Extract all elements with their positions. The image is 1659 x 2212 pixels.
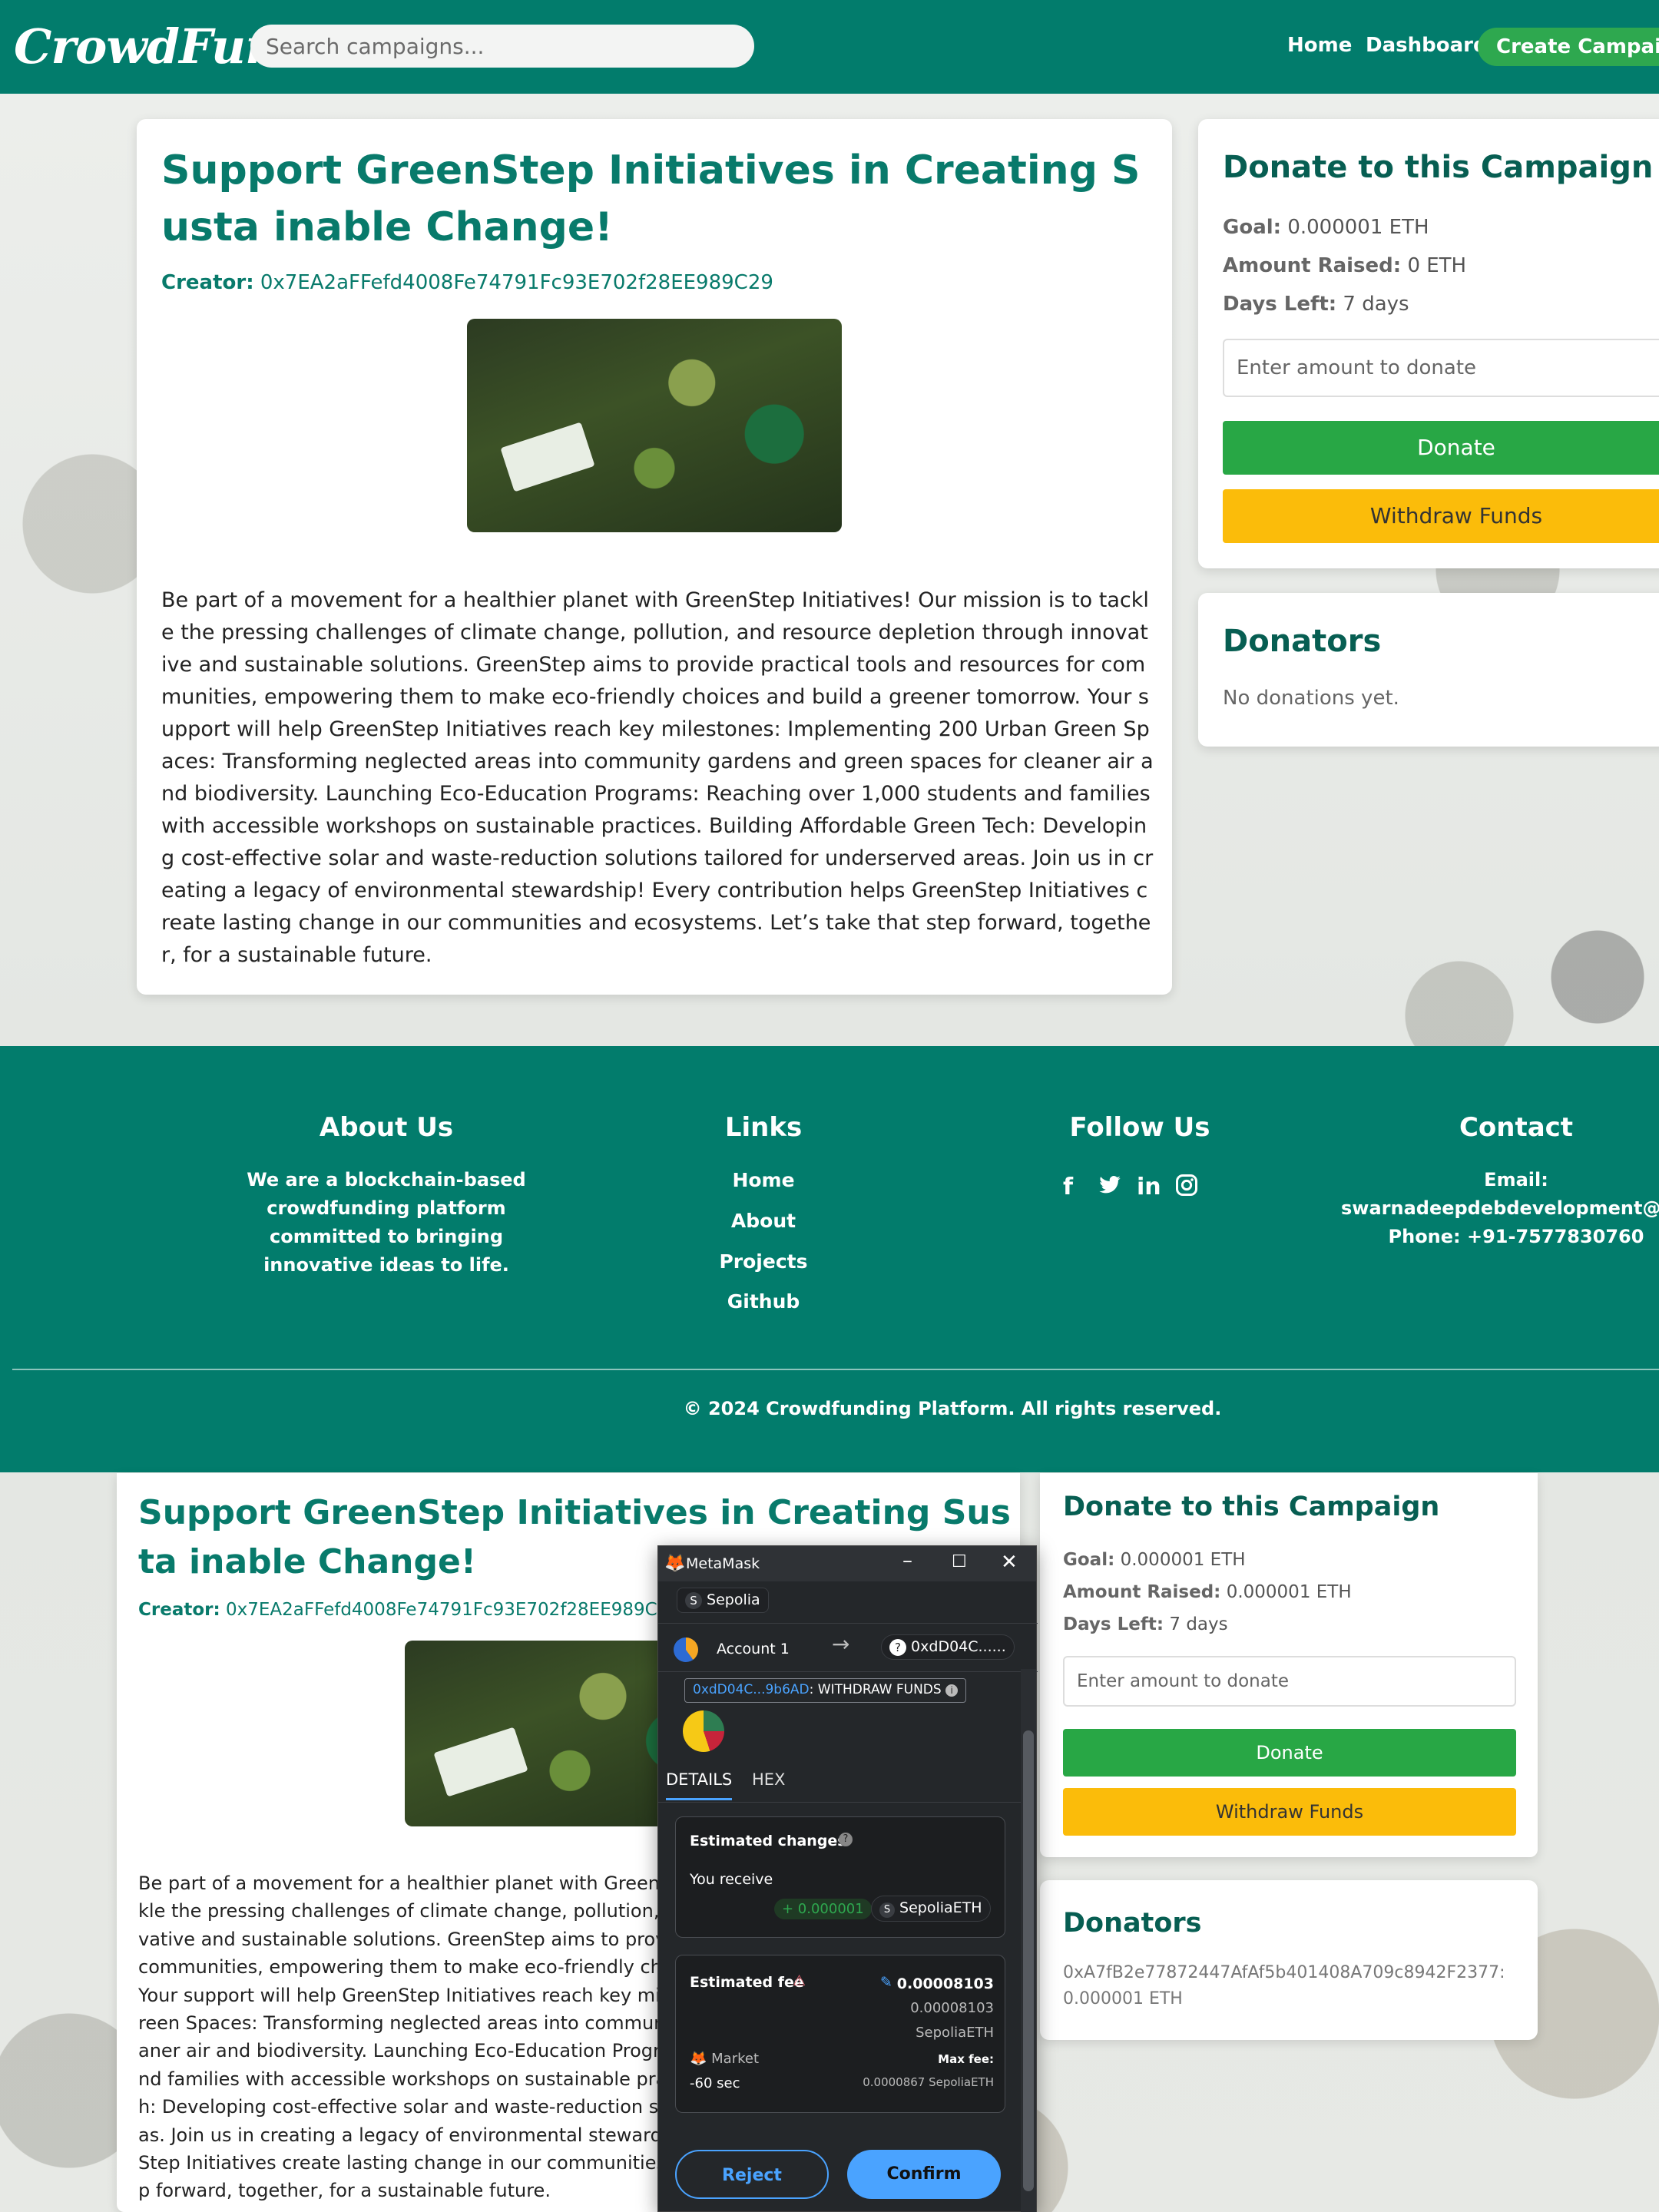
question-icon: ? [889, 1639, 906, 1656]
receive-amount: + 0.000001 [774, 1899, 872, 1919]
twitter-icon[interactable] [1097, 1174, 1123, 1203]
image-chart-paper [500, 422, 595, 492]
fee-value: 0.00008103 [896, 1975, 994, 1992]
campaign-creator-2: Creator: 0x7EA2aFFefd4008Fe74791Fc93E702… [138, 1600, 680, 1620]
donators-card-2: Donators 0xA7fB2e77872447AfAf5b401408A70… [1040, 1880, 1538, 2040]
estimated-fee-title: Estimated fee [690, 1974, 804, 1991]
help-icon[interactable]: ? [839, 1833, 853, 1846]
donate-card-2: Donate to this Campaign Goal: 0.000001 E… [1040, 1473, 1538, 1857]
estimated-changes-box: Estimated changes ? You receive + 0.0000… [675, 1816, 1005, 1938]
donators-title-2: Donators [1063, 1908, 1202, 1939]
donate-card: Donate to this Campaign Goal: 0.000001 E… [1198, 119, 1659, 568]
campaign-card: Support GreenStep Initiatives in Creatin… [137, 119, 1172, 995]
contract-identicon [683, 1710, 724, 1752]
donate-title: Donate to this Campaign [1223, 150, 1654, 185]
raised-stat: Amount Raised: 0 ETH [1223, 254, 1467, 277]
footer-copyright: © 2024 Crowdfunding Platform. All rights… [683, 1398, 1222, 1419]
donate-title-2: Donate to this Campaign [1063, 1492, 1440, 1522]
arrow-right-icon: → [832, 1631, 850, 1657]
edit-icon[interactable]: ✎ [880, 1974, 892, 1991]
network-icon: S [685, 1592, 702, 1609]
metamask-window-title: MetaMask [686, 1555, 760, 1572]
creator-address: 0x7EA2aFFefd4008Fe74791Fc93E702f28EE989C… [260, 271, 773, 294]
donator-entry: 0xA7fB2e77872447AfAf5b401408A709c8942F23… [1063, 1963, 1505, 2008]
donators-card: Donators No donations yet. [1198, 593, 1659, 747]
search-input[interactable] [250, 25, 754, 68]
tab-hex[interactable]: HEX [752, 1770, 785, 1789]
account-row: Account 1 → ? 0xdD04C...... [658, 1623, 1038, 1672]
info-icon[interactable]: i [945, 1684, 959, 1697]
minimize-icon[interactable]: – [902, 1549, 912, 1572]
footer-phone: Phone: +91-7577830760 [1388, 1226, 1644, 1247]
facebook-icon[interactable]: f [1063, 1174, 1073, 1200]
donators-empty-text: No donations yet. [1223, 687, 1399, 710]
creator-label: Creator: [161, 271, 254, 294]
footer-about-text: We are a blockchain-based crowdfunding p… [247, 1169, 526, 1276]
network-selector[interactable]: S Sepolia [677, 1588, 769, 1613]
goal-stat-2: Goal: 0.000001 ETH [1063, 1550, 1246, 1570]
instagram-icon[interactable] [1175, 1174, 1198, 1203]
donate-amount-input-2[interactable] [1063, 1656, 1516, 1707]
donate-button-2[interactable]: Donate [1063, 1729, 1516, 1777]
nav-dashboard-link[interactable]: Dashboard [1366, 34, 1488, 57]
footer-about-title: About Us [319, 1112, 454, 1143]
goal-stat: Goal: 0.000001 ETH [1223, 216, 1429, 239]
linkedin-icon[interactable]: in [1137, 1174, 1161, 1200]
footer-link-projects[interactable]: Projects [687, 1250, 840, 1273]
estimated-fee-box: Estimated fee ⚠ ✎ 0.00008103 0.00008103 … [675, 1955, 1005, 2113]
max-fee-value: 0.0000867 SepoliaETH [863, 2075, 994, 2089]
footer-link-github[interactable]: Github [687, 1290, 840, 1313]
fee-token: SepoliaETH [916, 2025, 994, 2041]
donate-amount-input[interactable] [1223, 339, 1659, 397]
footer-link-home[interactable]: Home [687, 1169, 840, 1191]
image-chart-paper-2 [433, 1727, 528, 1797]
reject-button[interactable]: Reject [675, 2150, 829, 2199]
token-icon: S [879, 1902, 895, 1918]
account-avatar [674, 1637, 698, 1662]
max-fee-label: Max fee: [938, 2052, 994, 2066]
scrollbar-thumb[interactable] [1023, 1730, 1034, 2191]
tab-bar: DETAILS HEX [658, 1758, 1022, 1803]
footer-email-label: Email: [1484, 1169, 1548, 1190]
days-left-stat: Days Left: 7 days [1223, 293, 1409, 316]
confirm-button[interactable]: Confirm [847, 2150, 1001, 2199]
campaign-title: Support GreenStep Initiatives in Creatin… [161, 147, 1141, 250]
footer: About Us We are a blockchain-based crowd… [0, 1046, 1659, 1472]
campaign-creator: Creator: 0x7EA2aFFefd4008Fe74791Fc93E702… [161, 271, 773, 294]
tab-details[interactable]: DETAILS [666, 1770, 733, 1800]
footer-follow-title: Follow Us [1069, 1112, 1210, 1143]
nav-home-link[interactable]: Home [1287, 34, 1352, 57]
footer-email[interactable]: swarnadeepdebdevelopment@gmc [1341, 1194, 1659, 1223]
maximize-icon[interactable]: ☐ [952, 1552, 967, 1571]
you-receive-label: You receive [690, 1871, 773, 1888]
create-campaign-button[interactable]: Create Campaign [1478, 28, 1659, 66]
receive-token-pill: S SepoliaETH [871, 1896, 991, 1922]
time-label: -60 sec [690, 2075, 740, 2091]
campaign-image [467, 319, 842, 532]
contract-call-badge[interactable]: 0xdD04C...9b6AD: WITHDRAW FUNDS i [684, 1678, 967, 1703]
footer-link-about[interactable]: About [687, 1210, 840, 1232]
warning-icon: ⚠ [793, 1972, 806, 1989]
navbar: CrowdFund Home Dashboard Create Campaign [0, 0, 1659, 94]
raised-stat-2: Amount Raised: 0.000001 ETH [1063, 1582, 1352, 1602]
withdraw-funds-button-2[interactable]: Withdraw Funds [1063, 1788, 1516, 1836]
footer-contact-title: Contact [1459, 1112, 1574, 1143]
donate-button[interactable]: Donate [1223, 421, 1659, 475]
account-name[interactable]: Account 1 [717, 1641, 790, 1657]
close-icon[interactable]: ✕ [1001, 1551, 1018, 1574]
metamask-popup: 🦊 MetaMask – ☐ ✕ S Sepolia Account 1 → ?… [657, 1545, 1038, 2212]
withdraw-funds-button[interactable]: Withdraw Funds [1223, 489, 1659, 543]
recipient-address[interactable]: ? 0xdD04C...... [881, 1634, 1015, 1660]
footer-divider [12, 1369, 1659, 1370]
campaign-description: Be part of a movement for a healthier pl… [161, 588, 1154, 967]
metamask-titlebar: 🦊 MetaMask – ☐ ✕ [658, 1546, 1036, 1581]
footer-links-title: Links [724, 1112, 803, 1143]
donators-title: Donators [1223, 624, 1382, 659]
fee-secondary: 0.00008103 [910, 2000, 994, 2016]
metamask-fox-icon: 🦊 [664, 1554, 686, 1573]
market-label[interactable]: 🦊 Market [690, 2051, 759, 2067]
estimated-changes-title: Estimated changes [690, 1833, 846, 1849]
days-left-stat-2: Days Left: 7 days [1063, 1614, 1228, 1634]
